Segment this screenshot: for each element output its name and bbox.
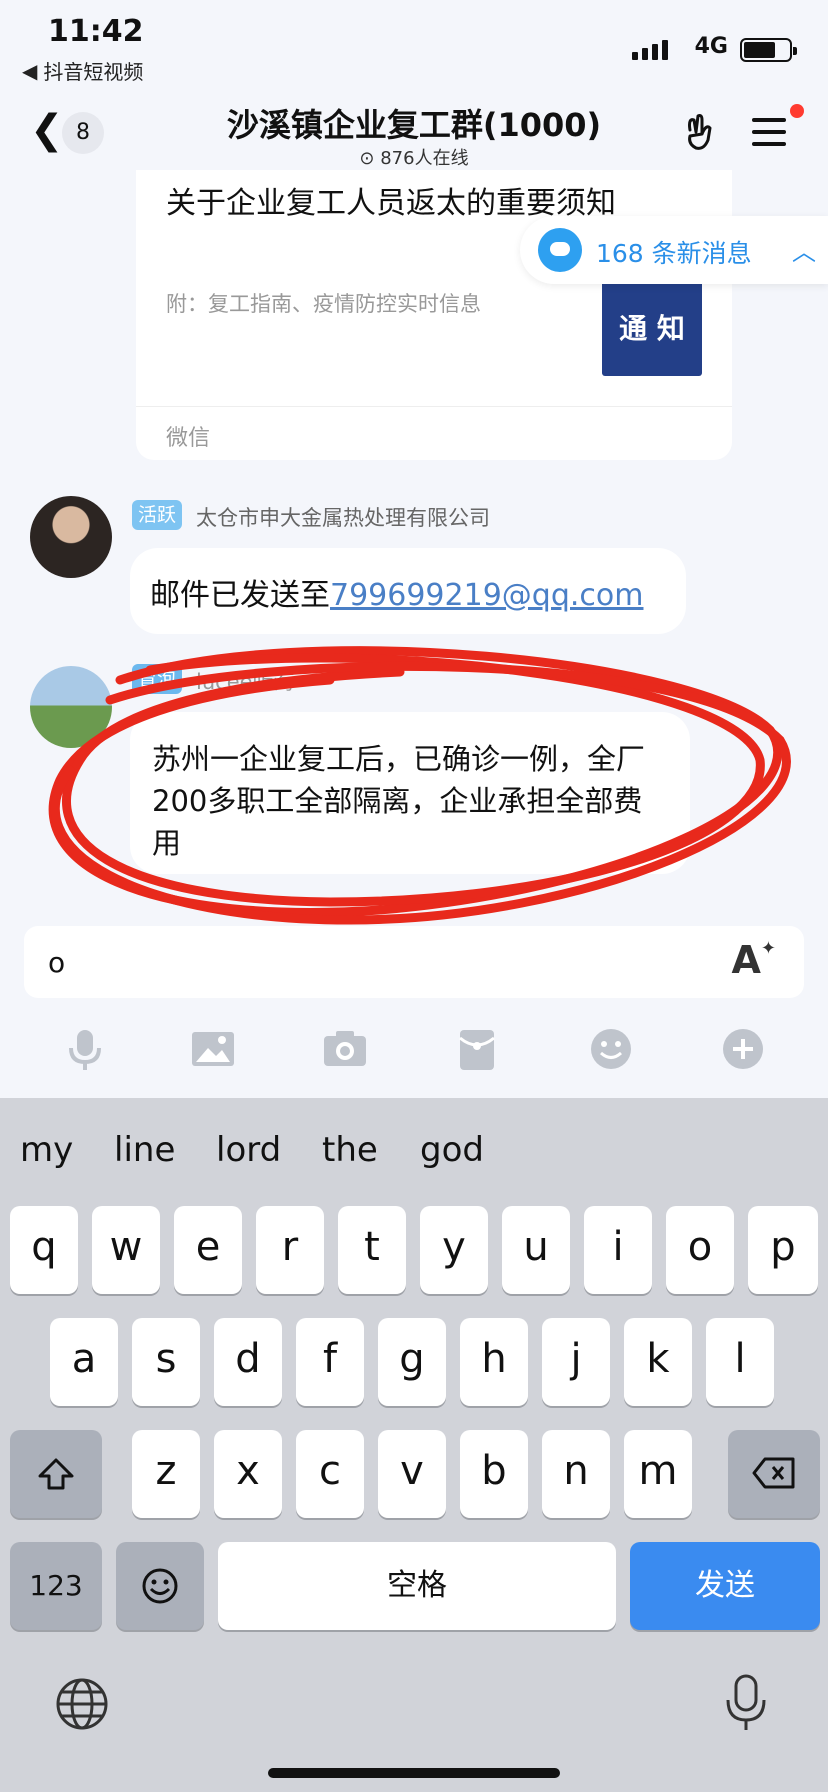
backspace-icon <box>752 1457 795 1489</box>
notification-dot <box>790 104 804 118</box>
key-k[interactable]: k <box>624 1318 692 1406</box>
status-bar: 11:42 ◀ 抖音短视频 4G <box>0 0 828 84</box>
article-thumbnail: 通 知 <box>602 278 702 376</box>
keyboard: my line lord the god q w e r t y u i o p… <box>0 1098 828 1792</box>
suggestion[interactable]: my <box>20 1130 73 1170</box>
message-input-value: o <box>48 946 66 979</box>
status-time: 11:42 <box>48 14 144 49</box>
article-description: 附：复工指南、疫情防控实时信息 <box>166 292 481 316</box>
battery-icon <box>740 38 797 62</box>
key-s[interactable]: s <box>132 1318 200 1406</box>
avatar[interactable] <box>30 496 112 578</box>
image-icon[interactable] <box>188 1024 238 1074</box>
red-packet-icon[interactable] <box>452 1024 502 1074</box>
key-w[interactable]: w <box>92 1206 160 1294</box>
key-t[interactable]: t <box>338 1206 406 1294</box>
key-v[interactable]: v <box>378 1430 446 1518</box>
suggestion[interactable]: lord <box>216 1130 281 1170</box>
message-text: 邮件已发送至 <box>150 578 330 613</box>
online-count-label: 876人在线 <box>380 148 469 169</box>
plus-icon[interactable] <box>718 1024 768 1074</box>
key-c[interactable]: c <box>296 1430 364 1518</box>
back-triangle-icon: ◀ <box>22 58 38 83</box>
avatar[interactable] <box>30 666 112 748</box>
home-indicator <box>268 1768 560 1778</box>
send-key[interactable]: 发送 <box>630 1542 820 1630</box>
message-text: 苏州一企业复工后，已确诊一例，全厂200多职工全部隔离，企业承担全部费用 <box>152 742 646 860</box>
key-n[interactable]: n <box>542 1430 610 1518</box>
shift-key[interactable] <box>10 1430 102 1518</box>
key-z[interactable]: z <box>132 1430 200 1518</box>
menu-icon[interactable] <box>752 118 786 154</box>
numbers-key[interactable]: 123 <box>10 1542 102 1630</box>
globe-icon[interactable] <box>54 1676 110 1732</box>
delete-key[interactable] <box>728 1430 820 1518</box>
article-source: 微信 <box>166 426 211 451</box>
suggestion[interactable]: line <box>114 1130 175 1170</box>
emoji-icon <box>142 1568 178 1604</box>
key-d[interactable]: d <box>214 1318 282 1406</box>
key-e[interactable]: e <box>174 1206 242 1294</box>
sender-name[interactable]: 太仓市申大金属热处理有限公司 <box>196 502 490 532</box>
key-r[interactable]: r <box>256 1206 324 1294</box>
sender-name[interactable]: lucee听海 <box>196 666 295 696</box>
space-key[interactable]: 空格 <box>218 1542 616 1630</box>
chat-header: ❮ 8 沙溪镇企业复工群(1000) ⊙ 876人在线 <box>0 80 828 170</box>
key-j[interactable]: j <box>542 1318 610 1406</box>
shift-arrow-icon <box>38 1458 74 1490</box>
key-h[interactable]: h <box>460 1318 528 1406</box>
key-a[interactable]: a <box>50 1318 118 1406</box>
message-input[interactable]: o A✦ <box>24 926 804 998</box>
key-b[interactable]: b <box>460 1430 528 1518</box>
online-check-icon: ⊙ <box>359 148 381 169</box>
member-badge: 冒泡 <box>132 664 183 694</box>
microphone-icon[interactable] <box>60 1024 110 1074</box>
dictation-microphone-icon[interactable] <box>724 1672 768 1734</box>
key-m[interactable]: m <box>624 1430 692 1518</box>
key-q[interactable]: q <box>10 1206 78 1294</box>
card-divider <box>136 406 732 407</box>
suggestion[interactable]: god <box>420 1130 484 1170</box>
key-y[interactable]: y <box>420 1206 488 1294</box>
key-o[interactable]: o <box>666 1206 734 1294</box>
emoji-key[interactable] <box>116 1542 204 1630</box>
font-ai-icon[interactable]: A✦ <box>731 938 776 982</box>
key-f[interactable]: f <box>296 1318 364 1406</box>
key-u[interactable]: u <box>502 1206 570 1294</box>
new-messages-label: 168 条新消息 <box>596 239 752 268</box>
chat-toolbar <box>0 1010 828 1090</box>
chat-bubble-icon <box>538 228 582 272</box>
emoji-icon[interactable] <box>586 1024 636 1074</box>
key-l[interactable]: l <box>706 1318 774 1406</box>
suggestion[interactable]: the <box>322 1130 378 1170</box>
chevron-up-icon: ︿ <box>792 238 816 266</box>
member-badge: 活跃 <box>132 500 183 530</box>
message-bubble[interactable]: 苏州一企业复工后，已确诊一例，全厂200多职工全部隔离，企业承担全部费用 <box>130 712 690 874</box>
camera-icon[interactable] <box>320 1024 370 1074</box>
hand-gesture-icon[interactable] <box>680 110 724 154</box>
key-i[interactable]: i <box>584 1206 652 1294</box>
shared-article-card[interactable]: 关于企业复工人员返太的重要须知 附：复工指南、疫情防控实时信息 通 知 微信 <box>136 170 732 460</box>
new-messages-pill[interactable]: 168 条新消息 ︿ <box>520 216 828 284</box>
signal-icon <box>632 40 668 60</box>
key-p[interactable]: p <box>748 1206 818 1294</box>
email-link[interactable]: 799699219@qq.com <box>330 578 643 613</box>
key-g[interactable]: g <box>378 1318 446 1406</box>
network-label: 4G <box>694 34 728 59</box>
message-bubble[interactable]: 邮件已发送至799699219@qq.com <box>130 548 686 634</box>
key-x[interactable]: x <box>214 1430 282 1518</box>
